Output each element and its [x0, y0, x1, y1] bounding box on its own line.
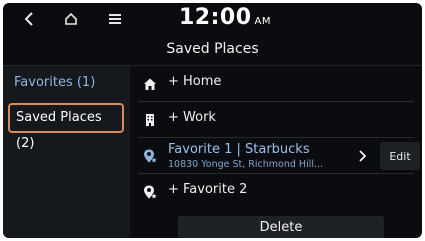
- building-icon: [146, 114, 154, 126]
- menu-button[interactable]: [105, 9, 125, 29]
- home-label: + Home: [168, 74, 222, 89]
- clock-time: 12:00: [179, 5, 252, 30]
- clock-ampm: AM: [254, 16, 271, 27]
- list-item-work[interactable]: + Work: [130, 102, 422, 138]
- favorite-pin-icon: [144, 185, 157, 199]
- list-item-favorite-2[interactable]: + Favorite 2: [130, 174, 422, 210]
- home-button[interactable]: [61, 9, 81, 29]
- sidebar: Favorites (1) Saved Places (2): [3, 66, 130, 238]
- sidebar-item-favorites[interactable]: Favorites (1): [8, 68, 130, 98]
- home-icon: [65, 12, 77, 25]
- favorite-1-address: 10830 Yonge St, Richmond Hill...: [168, 159, 324, 170]
- favorite-pin-icon: [144, 149, 157, 163]
- back-button[interactable]: [19, 9, 39, 29]
- delete-button[interactable]: Delete: [178, 216, 384, 238]
- favorite-1-title: Favorite 1 | Starbucks: [168, 142, 310, 157]
- favorite-1-details-button[interactable]: [348, 138, 376, 174]
- status-bar: 12:00 AM: [3, 3, 422, 35]
- list-item-home[interactable]: + Home: [130, 66, 422, 102]
- work-label: + Work: [168, 110, 216, 125]
- infotainment-screen: 12:00 AM Saved Places Favorites (1) Saved…: [3, 3, 422, 238]
- page-title: Saved Places: [166, 41, 259, 57]
- list-item-favorite-1[interactable]: Favorite 1 | Starbucks 10830 Yonge St, R…: [130, 138, 422, 174]
- chevron-right-icon: [359, 150, 366, 162]
- chevron-left-icon: [24, 12, 33, 26]
- sidebar-item-saved-places[interactable]: Saved Places (2): [8, 103, 124, 151]
- edit-button[interactable]: Edit: [380, 142, 420, 170]
- clock: 12:00 AM: [179, 5, 271, 30]
- favorite-2-label: + Favorite 2: [168, 182, 248, 197]
- saved-places-list: + Home + Work Favorite 1 | Starbucks 108…: [130, 66, 422, 238]
- menu-icon: [109, 14, 121, 24]
- house-icon: [144, 78, 156, 90]
